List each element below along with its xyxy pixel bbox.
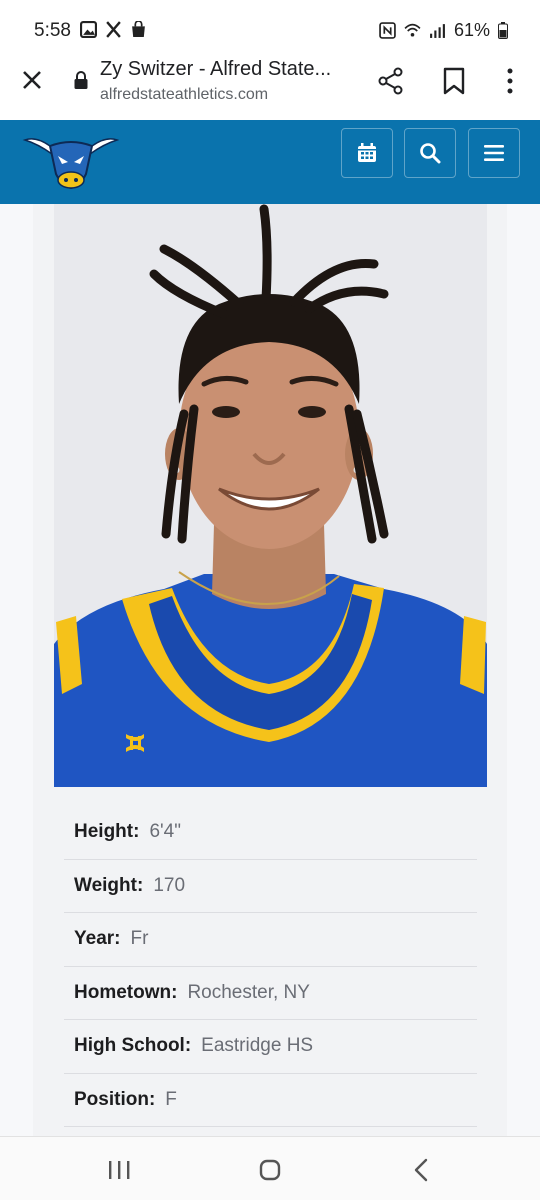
calendar-button[interactable]	[341, 128, 393, 178]
detail-label: Weight:	[74, 874, 144, 896]
calendar-icon	[358, 143, 376, 162]
player-photo	[54, 204, 487, 787]
x-logo-icon	[106, 21, 121, 38]
menu-icon	[484, 145, 504, 161]
browser-toolbar: Zy Switzer - Alfred State... alfredstate…	[0, 48, 540, 120]
wifi-icon	[404, 23, 421, 37]
detail-value: Rochester, NY	[187, 981, 310, 1003]
image-icon	[80, 21, 97, 38]
detail-value: F	[165, 1088, 177, 1110]
shopping-bag-icon	[132, 21, 145, 37]
share-icon[interactable]	[378, 67, 404, 95]
recent-apps-icon	[109, 1161, 130, 1179]
longhorn-logo[interactable]	[22, 126, 120, 198]
detail-high-school: High School: Eastridge HS	[64, 1020, 477, 1074]
detail-value: Fr	[130, 928, 149, 950]
player-headshot	[54, 204, 487, 787]
detail-label: Height:	[74, 821, 140, 843]
notification-icons	[80, 21, 147, 38]
detail-label: Position:	[74, 1088, 156, 1110]
status-time: 5:58	[34, 20, 71, 41]
detail-height: Height: 6'4"	[64, 806, 477, 860]
home-button[interactable]	[255, 1155, 285, 1185]
menu-button[interactable]	[468, 128, 520, 178]
back-button[interactable]	[406, 1155, 436, 1185]
page-title[interactable]: Zy Switzer - Alfred State...	[100, 58, 370, 81]
search-icon	[420, 143, 441, 164]
detail-hometown: Hometown: Rochester, NY	[64, 967, 477, 1020]
page-url[interactable]: alfredstateathletics.com	[100, 86, 268, 104]
detail-position: Position: F	[64, 1074, 477, 1127]
detail-year: Year: Fr	[64, 913, 477, 967]
player-details: Height: 6'4" Weight: 170 Year: Fr Hometo…	[64, 806, 477, 1127]
site-header	[0, 120, 540, 204]
lock-icon	[74, 71, 88, 89]
detail-value: 6'4"	[149, 821, 181, 843]
bookmark-icon[interactable]	[442, 67, 466, 95]
back-icon	[414, 1158, 428, 1182]
detail-label: High School:	[74, 1035, 192, 1057]
close-icon[interactable]	[18, 66, 46, 94]
status-right: 61%	[379, 20, 508, 41]
signal-icon	[430, 24, 445, 38]
detail-weight: Weight: 170	[64, 860, 477, 913]
detail-value: 170	[153, 874, 186, 896]
detail-value: Eastridge HS	[201, 1035, 314, 1057]
system-navigation-bar	[0, 1136, 540, 1200]
detail-label: Hometown:	[74, 981, 178, 1003]
battery-percent: 61%	[453, 20, 490, 40]
detail-label: Year:	[74, 928, 121, 950]
search-button[interactable]	[404, 128, 456, 178]
recent-apps-button[interactable]	[104, 1155, 134, 1185]
more-options-icon[interactable]	[500, 67, 520, 95]
nfc-icon	[379, 22, 396, 39]
battery-icon	[498, 22, 508, 39]
home-icon	[259, 1159, 281, 1181]
